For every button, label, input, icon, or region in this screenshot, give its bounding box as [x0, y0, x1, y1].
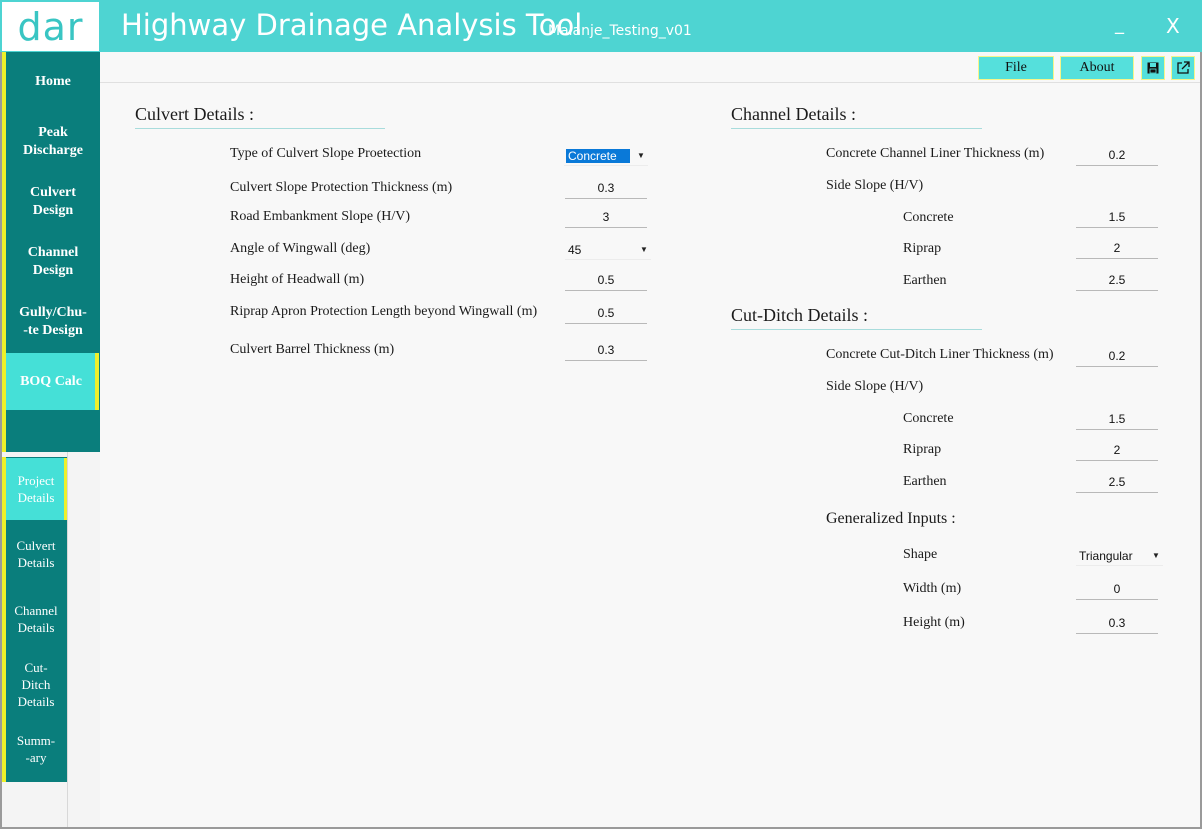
cut-ditch-side-slope-label: Side Slope (H/V)	[826, 379, 924, 394]
cut-ditch-riprap-label: Riprap	[903, 442, 942, 457]
subnav-item-channel-details[interactable]: Channel Details	[6, 602, 66, 636]
subnav-label: Cut-	[24, 660, 48, 675]
channel-liner-thickness-field[interactable]	[1076, 144, 1158, 166]
subnav-label: Details	[17, 694, 55, 709]
cut-ditch-earthen-label: Earthen	[903, 474, 947, 489]
cut-ditch-concrete-field[interactable]	[1076, 408, 1158, 430]
subnav-item-project-details[interactable]: Project Details	[6, 472, 66, 506]
subnav-item-summary[interactable]: Summ- -ary	[6, 732, 66, 766]
chevron-down-icon: ▼	[640, 245, 648, 254]
channel-earthen-label: Earthen	[903, 273, 947, 288]
slope-protection-type-value: Concrete	[566, 148, 630, 163]
height-field[interactable]	[1076, 612, 1158, 634]
headwall-height-label: Height of Headwall (m)	[230, 272, 365, 287]
channel-concrete-field[interactable]	[1076, 206, 1158, 228]
subnav-item-culvert-details[interactable]: Culvert Details	[6, 537, 66, 571]
barrel-thickness-label: Culvert Barrel Thickness (m)	[230, 342, 395, 357]
save-icon[interactable]	[1141, 56, 1165, 80]
culvert-details-title: Culvert Details :	[135, 104, 254, 124]
subnav-label: Channel	[14, 603, 58, 618]
slope-protection-thickness-label: Culvert Slope Protection Thickness (m)	[230, 180, 453, 195]
subnav-label: Ditch	[21, 677, 51, 692]
nav-item-peak-discharge[interactable]: Peak Discharge	[6, 124, 100, 160]
cut-ditch-riprap-field[interactable]	[1076, 439, 1158, 461]
external-link-icon[interactable]	[1171, 56, 1195, 80]
channel-riprap-field[interactable]	[1076, 237, 1158, 259]
window-frame-left	[0, 52, 2, 829]
cut-ditch-liner-thickness-label: Concrete Cut-Ditch Liner Thickness (m)	[826, 347, 1054, 362]
shape-label: Shape	[903, 547, 938, 562]
app-title: Highway Drainage Analysis Tool	[121, 8, 583, 42]
nav-item-label: Home	[35, 74, 71, 89]
channel-riprap-label: Riprap	[903, 241, 942, 256]
wingwall-angle-label: Angle of Wingwall (deg)	[230, 241, 371, 256]
embankment-slope-field[interactable]	[565, 206, 647, 228]
subnav-label: Details	[17, 620, 55, 635]
nav-item-boq-calc[interactable]: BOQ Calc	[6, 373, 96, 391]
logo: dar	[2, 2, 99, 51]
height-label: Height (m)	[903, 615, 965, 630]
cut-ditch-details-underline	[731, 329, 982, 330]
nav-item-gully-chute-design[interactable]: Gully/Chu- -te Design	[6, 304, 100, 340]
subnav-label: Summ-	[16, 733, 56, 748]
nav-item-label: Peak	[38, 125, 68, 140]
cut-ditch-earthen-field[interactable]	[1076, 471, 1158, 493]
toolbar-divider	[100, 82, 1200, 83]
minimize-button[interactable]: _	[1115, 14, 1124, 35]
nav-item-label: Channel	[27, 245, 79, 260]
nav-item-label: Gully/Chu-	[19, 305, 87, 320]
cut-ditch-details-title: Cut-Ditch Details :	[731, 305, 868, 325]
project-name: Malanje_Testing_v01	[548, 23, 692, 39]
nav-item-culvert-design[interactable]: Culvert Design	[6, 184, 100, 220]
about-button[interactable]: About	[1060, 56, 1134, 80]
embankment-slope-label: Road Embankment Slope (H/V)	[230, 209, 411, 224]
file-menu-button[interactable]: File	[978, 56, 1054, 80]
subnav-label: Details	[17, 490, 55, 505]
chevron-down-icon: ▼	[1152, 551, 1160, 560]
width-label: Width (m)	[903, 581, 962, 596]
sub-sidebar-divider	[67, 452, 68, 827]
slope-protection-type-label: Type of Culvert Slope Proetection	[230, 146, 422, 161]
slope-protection-thickness-field[interactable]	[565, 177, 647, 199]
nav-item-home[interactable]: Home	[6, 73, 100, 91]
chevron-down-icon: ▼	[637, 151, 645, 160]
riprap-apron-label: Riprap Apron Protection Length beyond Wi…	[230, 304, 538, 319]
subnav-label: Culvert	[16, 538, 56, 553]
subnav-label: Project	[17, 473, 55, 488]
generalized-inputs-title: Generalized Inputs :	[826, 510, 956, 527]
slope-protection-type-dropdown[interactable]: Concrete ▼	[564, 146, 648, 166]
wingwall-angle-dropdown[interactable]: 45 ▼	[565, 240, 651, 260]
barrel-thickness-field[interactable]	[565, 339, 647, 361]
main-content-area	[100, 52, 1200, 827]
channel-details-title: Channel Details :	[731, 104, 856, 124]
channel-concrete-label: Concrete	[903, 210, 954, 225]
subnav-label: Details	[17, 555, 55, 570]
cut-ditch-concrete-label: Concrete	[903, 411, 954, 426]
shape-dropdown[interactable]: Triangular ▼	[1076, 546, 1163, 566]
subnav-label: -ary	[25, 750, 47, 765]
culvert-details-underline	[135, 128, 385, 129]
channel-earthen-field[interactable]	[1076, 269, 1158, 291]
shape-value: Triangular	[1079, 548, 1133, 563]
subnav-item-cut-ditch-details[interactable]: Cut- Ditch Details	[6, 659, 66, 710]
nav-item-label: Design	[32, 263, 74, 278]
width-field[interactable]	[1076, 578, 1158, 600]
channel-details-underline	[731, 128, 982, 129]
nav-item-label: Design	[32, 203, 74, 218]
headwall-height-field[interactable]	[565, 269, 647, 291]
nav-item-label: BOQ Calc	[20, 374, 82, 389]
nav-item-label: Discharge	[23, 143, 83, 158]
nav-item-label: -te Design	[23, 323, 83, 338]
riprap-apron-field[interactable]	[565, 302, 647, 324]
cut-ditch-liner-thickness-field[interactable]	[1076, 345, 1158, 367]
nav-item-label: Culvert	[30, 185, 76, 200]
channel-side-slope-label: Side Slope (H/V)	[826, 178, 924, 193]
channel-liner-thickness-label: Concrete Channel Liner Thickness (m)	[826, 146, 1045, 161]
wingwall-angle-value: 45	[568, 242, 582, 257]
logo-text: dar	[17, 4, 84, 49]
close-button[interactable]: X	[1166, 14, 1180, 38]
nav-item-channel-design[interactable]: Channel Design	[6, 244, 100, 280]
